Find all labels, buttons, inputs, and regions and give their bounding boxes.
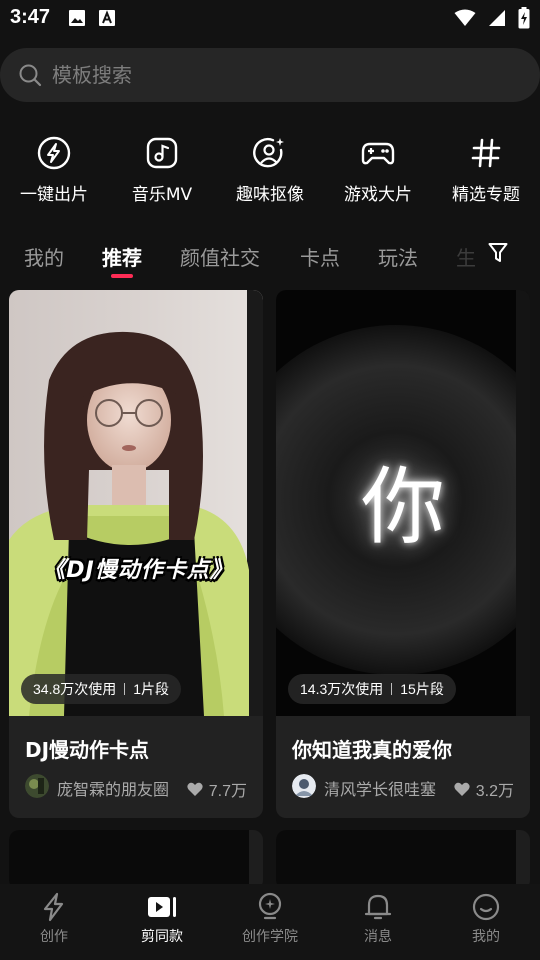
like-count: 3.2万 [475, 783, 514, 800]
template-overlay-title: 你 [360, 458, 445, 556]
avatar [25, 774, 49, 798]
separator [124, 683, 126, 695]
avatar [292, 774, 316, 798]
heart-icon [187, 782, 203, 796]
bottom-nav: 创作 剪同款 创作学院 消息 我的 [0, 884, 540, 960]
segment-count: 1片段 [133, 681, 170, 697]
shortcut-game[interactable]: 游戏大片 [324, 136, 432, 205]
heart-icon [454, 782, 470, 796]
template-thumbnail [9, 830, 249, 890]
shortcut-one-click[interactable]: 一键出片 [0, 136, 108, 205]
like-count: 7.7万 [208, 783, 247, 800]
bell-icon [364, 894, 392, 920]
nav-label: 创作学院 [242, 929, 298, 945]
nav-academy[interactable]: 创作学院 [216, 892, 324, 946]
search-bar[interactable] [0, 48, 540, 102]
search-input[interactable] [52, 59, 512, 91]
gallery-icon [69, 10, 85, 26]
author-name: 清风学长很哇塞 [324, 780, 437, 799]
nav-label: 剪同款 [141, 929, 183, 945]
nav-label: 消息 [364, 929, 392, 945]
music-note-icon [146, 137, 178, 169]
shortcut-label: 游戏大片 [344, 185, 412, 205]
template-card[interactable] [276, 830, 530, 890]
smiley-icon [472, 893, 500, 921]
template-card[interactable]: 你 14.3万次使用 15片段 你知道我真的爱你 清风学长很哇塞 3.2万 [276, 290, 530, 818]
battery-charging-icon [518, 7, 530, 29]
template-card[interactable]: 《DJ慢动作卡点》 34.8万次使用 1片段 DJ慢动作卡点 庞智霖的朋友圈 7… [9, 290, 263, 818]
tab-gameplay[interactable]: 玩法 [378, 242, 418, 271]
filter-icon[interactable] [488, 242, 508, 264]
likes: 7.7万 [187, 777, 247, 801]
lightning-icon [43, 892, 64, 922]
usage-count: 14.3万次使用 [300, 681, 384, 697]
usage-count: 34.8万次使用 [33, 681, 117, 697]
nav-label: 创作 [40, 929, 68, 945]
nav-profile[interactable]: 我的 [432, 892, 540, 946]
card-title: DJ慢动作卡点 [25, 738, 150, 762]
font-a-icon [99, 10, 115, 26]
tab-beat-sync[interactable]: 卡点 [300, 242, 340, 271]
shortcut-row: 一键出片 音乐MV 趣味抠像 游戏大片 精选专题 [0, 136, 540, 208]
video-template-icon [148, 897, 176, 917]
tab-social[interactable]: 颜值社交 [180, 242, 260, 271]
search-icon [19, 64, 42, 87]
gamepad-icon [361, 142, 395, 165]
shortcut-label: 趣味抠像 [236, 185, 304, 205]
template-thumbnail: 你 [276, 290, 530, 716]
signal-icon [489, 10, 505, 26]
separator [391, 683, 393, 695]
nav-label: 我的 [472, 929, 500, 945]
card-title: 你知道我真的爱你 [292, 738, 452, 762]
lightbulb-icon [258, 892, 282, 920]
lightning-circle-icon [37, 136, 71, 170]
shortcut-topics[interactable]: 精选专题 [432, 136, 540, 205]
tab-life[interactable]: 生 [456, 242, 476, 271]
category-tabs: 我的 推荐 颜值社交 卡点 玩法 生 [0, 236, 540, 282]
portrait-image [9, 290, 263, 716]
likes: 3.2万 [454, 777, 514, 801]
template-card[interactable] [9, 830, 263, 890]
template-thumbnail [276, 830, 516, 890]
usage-badge: 14.3万次使用 15片段 [288, 674, 456, 704]
portrait-sparkle-icon [253, 137, 284, 168]
wifi-icon [454, 9, 476, 26]
shortcut-label: 一键出片 [20, 185, 88, 205]
template-thumbnail: 《DJ慢动作卡点》 [9, 290, 263, 716]
shortcut-music-mv[interactable]: 音乐MV [108, 136, 216, 205]
tab-recommended[interactable]: 推荐 [102, 242, 142, 271]
hashtag-icon [471, 138, 501, 168]
status-bar: 3:47 [0, 0, 540, 36]
shortcut-label: 音乐MV [131, 185, 193, 205]
usage-badge: 34.8万次使用 1片段 [21, 674, 182, 704]
template-overlay-title: 《DJ慢动作卡点》 [43, 558, 233, 583]
nav-template[interactable]: 剪同款 [108, 892, 216, 946]
status-time: 3:47 [10, 6, 51, 28]
tab-mine[interactable]: 我的 [24, 242, 64, 271]
author-name: 庞智霖的朋友圈 [57, 780, 170, 799]
nav-create[interactable]: 创作 [0, 892, 108, 946]
shortcut-label: 精选专题 [452, 185, 520, 205]
nav-messages[interactable]: 消息 [324, 892, 432, 946]
shortcut-cutout[interactable]: 趣味抠像 [216, 136, 324, 205]
active-tab-indicator [111, 274, 133, 278]
segment-count: 15片段 [400, 681, 444, 697]
